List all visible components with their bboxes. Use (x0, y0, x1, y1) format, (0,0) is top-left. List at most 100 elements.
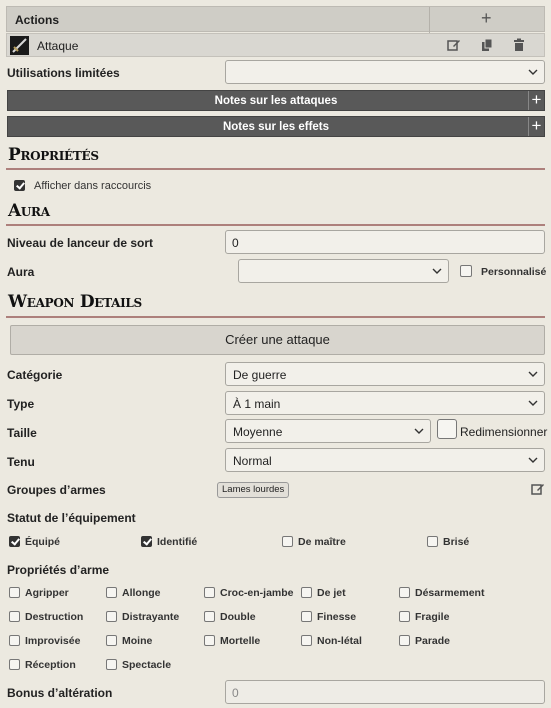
weapon-prop-label: Non-létal (317, 635, 362, 647)
actions-title: Actions (15, 13, 60, 27)
chevron-down-icon (528, 457, 538, 463)
resize-checkbox[interactable] (437, 419, 457, 439)
alteration-label: Bonus d’altération (7, 686, 113, 700)
weapon-groups-label: Groupes d’armes (7, 483, 106, 497)
create-attack-button[interactable]: Créer une attaque (10, 325, 545, 355)
effect-notes-label: Notes sur les effets (222, 121, 330, 133)
category-value: De guerre (233, 368, 287, 382)
weapon-prop-checkbox[interactable] (9, 587, 20, 598)
type-select[interactable]: À 1 main (225, 391, 545, 415)
weapon-prop-label: Finesse (317, 611, 357, 623)
plus-icon[interactable]: + (528, 91, 544, 110)
actions-header: Actions + (6, 6, 545, 33)
weapon-prop-checkbox[interactable] (399, 635, 410, 646)
type-label: Type (7, 397, 35, 411)
equip-status-checkbox[interactable] (427, 536, 438, 547)
equip-status-label-item: Équipé (25, 536, 61, 548)
weapon-prop-label: Mortelle (220, 635, 261, 647)
alteration-value: 0 (232, 686, 239, 700)
section-divider (6, 168, 545, 170)
plus-icon[interactable]: + (528, 117, 544, 136)
show-shortcuts-checkbox[interactable] (14, 180, 25, 191)
caster-level-value: 0 (232, 236, 239, 250)
aura-label: Aura (7, 265, 35, 279)
weapon-prop-label: Réception (25, 659, 76, 671)
weapon-prop-checkbox[interactable] (399, 587, 410, 598)
weapon-prop-label: Parade (415, 635, 451, 647)
limited-uses-label: Utilisations limitées (7, 66, 120, 80)
section-divider (6, 316, 545, 318)
chevron-down-icon (528, 371, 538, 377)
size-label: Taille (7, 426, 37, 440)
weapon-prop-checkbox[interactable] (9, 635, 20, 646)
weapon-prop-label: Moine (122, 635, 153, 647)
weapon-prop-checkbox[interactable] (106, 611, 117, 622)
plus-icon[interactable]: + (481, 8, 492, 29)
aura-select[interactable] (238, 259, 449, 283)
sword-icon (10, 36, 29, 55)
copy-icon[interactable] (480, 38, 494, 52)
weapon-prop-label: Agripper (25, 587, 69, 599)
edit-icon[interactable] (447, 38, 461, 52)
attack-name[interactable]: Attaque (37, 39, 78, 53)
aura-heading: Aura (8, 201, 50, 221)
attack-notes-label: Notes sur les attaques (214, 95, 338, 107)
category-label: Catégorie (7, 368, 63, 382)
weapon-details-heading: Weapon Details (8, 292, 142, 312)
weapon-group-tag[interactable]: Lames lourdes (217, 482, 290, 498)
edit-icon[interactable] (531, 482, 545, 496)
grip-select[interactable]: Normal (225, 448, 545, 472)
weapon-prop-label: De jet (317, 587, 346, 599)
chevron-down-icon (528, 69, 538, 75)
type-value: À 1 main (233, 397, 281, 411)
section-divider (6, 224, 545, 226)
weapon-props-label: Propriétés d’arme (7, 563, 110, 577)
header-divider (429, 7, 430, 33)
equip-status-label-item: Brisé (443, 536, 470, 548)
weapon-prop-checkbox[interactable] (204, 611, 215, 622)
attack-row[interactable]: Attaque (6, 33, 545, 57)
custom-aura-checkbox[interactable] (460, 265, 472, 277)
weapon-prop-label: Désarmement (415, 587, 485, 599)
caster-level-input[interactable]: 0 (225, 230, 545, 254)
weapon-prop-label: Fragile (415, 611, 450, 623)
weapon-prop-checkbox[interactable] (9, 659, 20, 670)
weapon-prop-label: Spectacle (122, 659, 172, 671)
weapon-prop-checkbox[interactable] (301, 635, 312, 646)
proprietes-heading: Propriétés (8, 145, 99, 165)
chevron-down-icon (432, 268, 442, 274)
weapon-prop-checkbox[interactable] (399, 611, 410, 622)
weapon-prop-checkbox[interactable] (301, 611, 312, 622)
weapon-prop-label: Double (220, 611, 256, 623)
show-shortcuts-label: Afficher dans raccourcis (34, 180, 152, 192)
equip-status-checkbox[interactable] (141, 536, 152, 547)
weapon-prop-checkbox[interactable] (106, 587, 117, 598)
equip-status-checkbox[interactable] (9, 536, 20, 547)
weapon-prop-label: Destruction (25, 611, 84, 623)
weapon-prop-checkbox[interactable] (204, 635, 215, 646)
trash-icon[interactable] (512, 38, 526, 52)
chevron-down-icon (528, 400, 538, 406)
resize-label: Redimensionner (460, 425, 548, 439)
weapon-prop-checkbox[interactable] (9, 611, 20, 622)
weapon-prop-checkbox[interactable] (106, 659, 117, 670)
equip-status-checkbox[interactable] (282, 536, 293, 547)
equip-status-label-item: Identifié (157, 536, 198, 548)
equip-status-label-item: De maître (298, 536, 346, 548)
category-select[interactable]: De guerre (225, 362, 545, 386)
grip-label: Tenu (7, 455, 35, 469)
weapon-prop-label: Distrayante (122, 611, 180, 623)
weapon-prop-checkbox[interactable] (204, 587, 215, 598)
equip-status-label: Statut de l’équipement (7, 511, 136, 525)
weapon-prop-label: Croc-en-jambe (220, 587, 294, 599)
caster-level-label: Niveau de lanceur de sort (7, 236, 154, 250)
weapon-prop-label: Allonge (122, 587, 161, 599)
size-select[interactable]: Moyenne (225, 419, 431, 443)
effect-notes-bar[interactable]: Notes sur les effets + (7, 116, 545, 137)
weapon-prop-checkbox[interactable] (301, 587, 312, 598)
limited-uses-select[interactable] (225, 60, 545, 84)
weapon-prop-checkbox[interactable] (106, 635, 117, 646)
alteration-input[interactable]: 0 (225, 680, 545, 704)
grip-value: Normal (233, 454, 272, 468)
attack-notes-bar[interactable]: Notes sur les attaques + (7, 90, 545, 111)
